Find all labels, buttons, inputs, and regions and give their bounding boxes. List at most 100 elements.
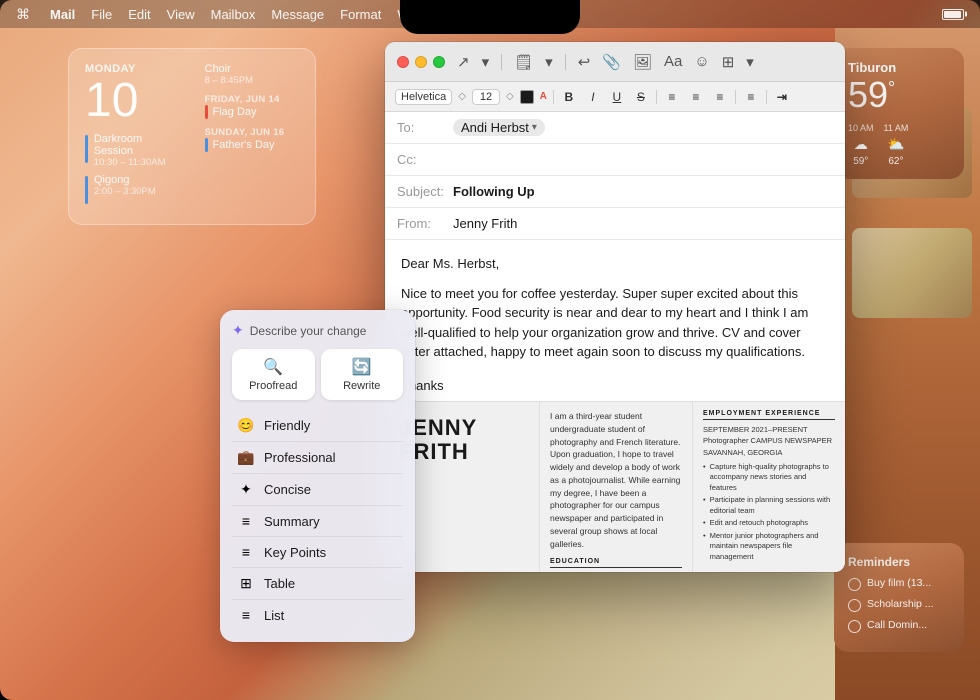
from-value: Jenny Frith bbox=[453, 216, 833, 231]
proofread-button[interactable]: 🔍 Proofread bbox=[232, 349, 315, 400]
list-button[interactable]: ≡ bbox=[742, 90, 760, 104]
cal-event-dot-1 bbox=[85, 135, 88, 163]
mail-subject-field: Subject: Following Up bbox=[385, 176, 845, 208]
menu-message[interactable]: Message bbox=[271, 7, 324, 22]
menu-mail[interactable]: Mail bbox=[50, 7, 75, 22]
maximize-button[interactable] bbox=[433, 56, 445, 68]
cal-event-name-2: Qigong bbox=[94, 174, 156, 186]
mail-greeting: Dear Ms. Herbst, bbox=[401, 254, 829, 274]
subject-value[interactable]: Following Up bbox=[453, 184, 833, 199]
compose-dropdown-icon[interactable]: ▾ bbox=[545, 53, 553, 71]
menu-view[interactable]: View bbox=[167, 7, 195, 22]
proofread-icon: 🔍 bbox=[263, 357, 283, 377]
ai-spark-icon: ✦ bbox=[232, 322, 244, 339]
notch bbox=[400, 0, 580, 34]
italic-button[interactable]: I bbox=[584, 90, 602, 104]
menu-mailbox[interactable]: Mailbox bbox=[211, 7, 256, 22]
photo-card-bottom bbox=[852, 228, 972, 318]
rewrite-button[interactable]: 🔄 Rewrite bbox=[321, 349, 404, 400]
subject-label: Subject: bbox=[397, 184, 453, 199]
to-chip[interactable]: Andi Herbst ▾ bbox=[453, 119, 545, 136]
ai-compose-popup: ✦ Describe your change 🔍 Proofread 🔄 Rew… bbox=[220, 310, 415, 642]
resume-bullets: Capture high-quality photographs to acco… bbox=[703, 462, 835, 563]
menu-edit[interactable]: Edit bbox=[128, 7, 150, 22]
photo-icon[interactable]: 🖼 bbox=[633, 53, 652, 71]
align-center-button[interactable]: ≡ bbox=[687, 90, 705, 104]
weather-location: Tiburon bbox=[848, 60, 950, 75]
cal-future-date-1: FRIDAY, JUN 14 bbox=[205, 94, 300, 105]
mail-format-bar: Helvetica ◇ 12 ◇ A B I U S ≡ ≡ ≡ ≡ ⇥ bbox=[385, 82, 845, 112]
reminders-widget: Reminders Buy film (13... Scholarship ..… bbox=[834, 543, 964, 652]
send-icon[interactable]: ↗ bbox=[457, 53, 470, 71]
resume-bullet-item: Capture high-quality photographs to acco… bbox=[703, 462, 835, 494]
gallery-dropdown-icon[interactable]: ▾ bbox=[746, 53, 754, 71]
font-size-field[interactable]: 12 bbox=[472, 89, 500, 105]
reminders-title: Reminders bbox=[848, 555, 950, 569]
color-picker[interactable] bbox=[520, 90, 534, 104]
to-label: To: bbox=[397, 120, 453, 135]
close-button[interactable] bbox=[397, 56, 409, 68]
ai-option-summary[interactable]: ≡Summary bbox=[232, 506, 403, 537]
proofread-label: Proofread bbox=[249, 380, 297, 392]
emoji-icon[interactable]: ☺ bbox=[694, 53, 709, 70]
resume-bio: I am a third-year student undergraduate … bbox=[550, 410, 682, 550]
ai-option-concise[interactable]: ✦Concise bbox=[232, 474, 403, 506]
traffic-lights bbox=[397, 56, 445, 68]
battery-icon bbox=[942, 9, 964, 20]
attachment-icon[interactable]: 📎 bbox=[602, 53, 621, 71]
menu-file[interactable]: File bbox=[91, 7, 112, 22]
cal-future-date-2: SUNDAY, JUN 16 bbox=[205, 127, 300, 138]
tool-sep-2 bbox=[565, 54, 566, 70]
indent-button[interactable]: ⇥ bbox=[773, 90, 791, 104]
mail-header: To: Andi Herbst ▾ Cc: Subject: Following… bbox=[385, 112, 845, 240]
resume-bullet-item: Participate in planning sessions with ed… bbox=[703, 495, 835, 516]
send-dropdown-icon[interactable]: ▾ bbox=[482, 53, 490, 71]
menu-format[interactable]: Format bbox=[340, 7, 381, 22]
minimize-button[interactable] bbox=[415, 56, 427, 68]
underline-button[interactable]: U bbox=[608, 90, 626, 104]
weather-hour-2: 11 AM ⛅ 62° bbox=[884, 123, 909, 167]
align-right-button[interactable]: ≡ bbox=[711, 90, 729, 104]
rewrite-icon: 🔄 bbox=[352, 357, 372, 377]
weather-widget: Tiburon 59° 10 AM ☁ 59° 11 AM ⛅ 62° bbox=[834, 48, 964, 179]
align-left-button[interactable]: ≡ bbox=[663, 90, 681, 104]
rewrite-label: Rewrite bbox=[343, 380, 380, 392]
weather-temp: 59° bbox=[848, 75, 950, 115]
bold-button[interactable]: B bbox=[560, 90, 578, 104]
ai-option-list[interactable]: ≡List bbox=[232, 600, 403, 630]
mail-thanks: Thanks bbox=[401, 376, 829, 396]
font-icon[interactable]: Aa bbox=[664, 53, 682, 70]
resume-bullet-item: Edit and retouch photographs bbox=[703, 518, 835, 529]
cal-future-name-1: Flag Day bbox=[213, 106, 257, 118]
ai-option-friendly[interactable]: 😊Friendly bbox=[232, 410, 403, 442]
mail-body[interactable]: Dear Ms. Herbst, Nice to meet you for co… bbox=[385, 240, 845, 401]
mail-toolbar: ↗ ▾ 🗒 ▾ ↩ 📎 🖼 Aa ☺ ⊞ ▾ bbox=[385, 42, 845, 82]
ai-option-key-points[interactable]: ≡Key Points bbox=[232, 537, 403, 568]
cc-label: Cc: bbox=[397, 152, 453, 167]
apple-menu-icon[interactable]: ⌘ bbox=[16, 6, 30, 23]
cal-event-dot-2 bbox=[85, 176, 88, 204]
ai-option-table[interactable]: ⊞Table bbox=[232, 568, 403, 600]
mail-cc-field[interactable]: Cc: bbox=[385, 144, 845, 176]
calendar-widget: MONDAY 10 Darkroom Session 10:30 – 11:30… bbox=[68, 48, 316, 225]
calendar-date: 10 bbox=[85, 77, 180, 125]
cal-event-time-2: 2:00 – 3:30PM bbox=[94, 186, 156, 197]
cal-flag-dot-1 bbox=[205, 105, 208, 119]
gallery-icon[interactable]: ⊞ bbox=[722, 53, 735, 71]
font-selector[interactable]: Helvetica bbox=[395, 89, 452, 105]
cal-event-time-1: 10:30 – 11:30AM bbox=[94, 157, 180, 168]
resume-exp-title: EMPLOYMENT EXPERIENCE bbox=[703, 410, 835, 420]
weather-hour-1: 10 AM ☁ 59° bbox=[848, 123, 874, 167]
resume-bullet-item: Mentor junior photographers and maintain… bbox=[703, 531, 835, 563]
cal-flag-dot-2 bbox=[205, 138, 208, 152]
ai-option-professional[interactable]: 💼Professional bbox=[232, 442, 403, 474]
chip-arrow: ▾ bbox=[532, 122, 537, 133]
resume-edu-title: EDUCATION bbox=[550, 558, 682, 568]
mail-window: ↗ ▾ 🗒 ▾ ↩ 📎 🖼 Aa ☺ ⊞ ▾ Helvetica ◇ 12 ◇ … bbox=[385, 42, 845, 572]
reminder-item-2: Scholarship ... bbox=[848, 598, 950, 612]
strikethrough-button[interactable]: S bbox=[632, 90, 650, 104]
reply-icon[interactable]: ↩ bbox=[578, 53, 591, 71]
cal-event-name-1: Darkroom Session bbox=[94, 133, 180, 157]
mail-from-field: From: Jenny Frith bbox=[385, 208, 845, 240]
compose-icon[interactable]: 🗒 bbox=[514, 53, 533, 71]
